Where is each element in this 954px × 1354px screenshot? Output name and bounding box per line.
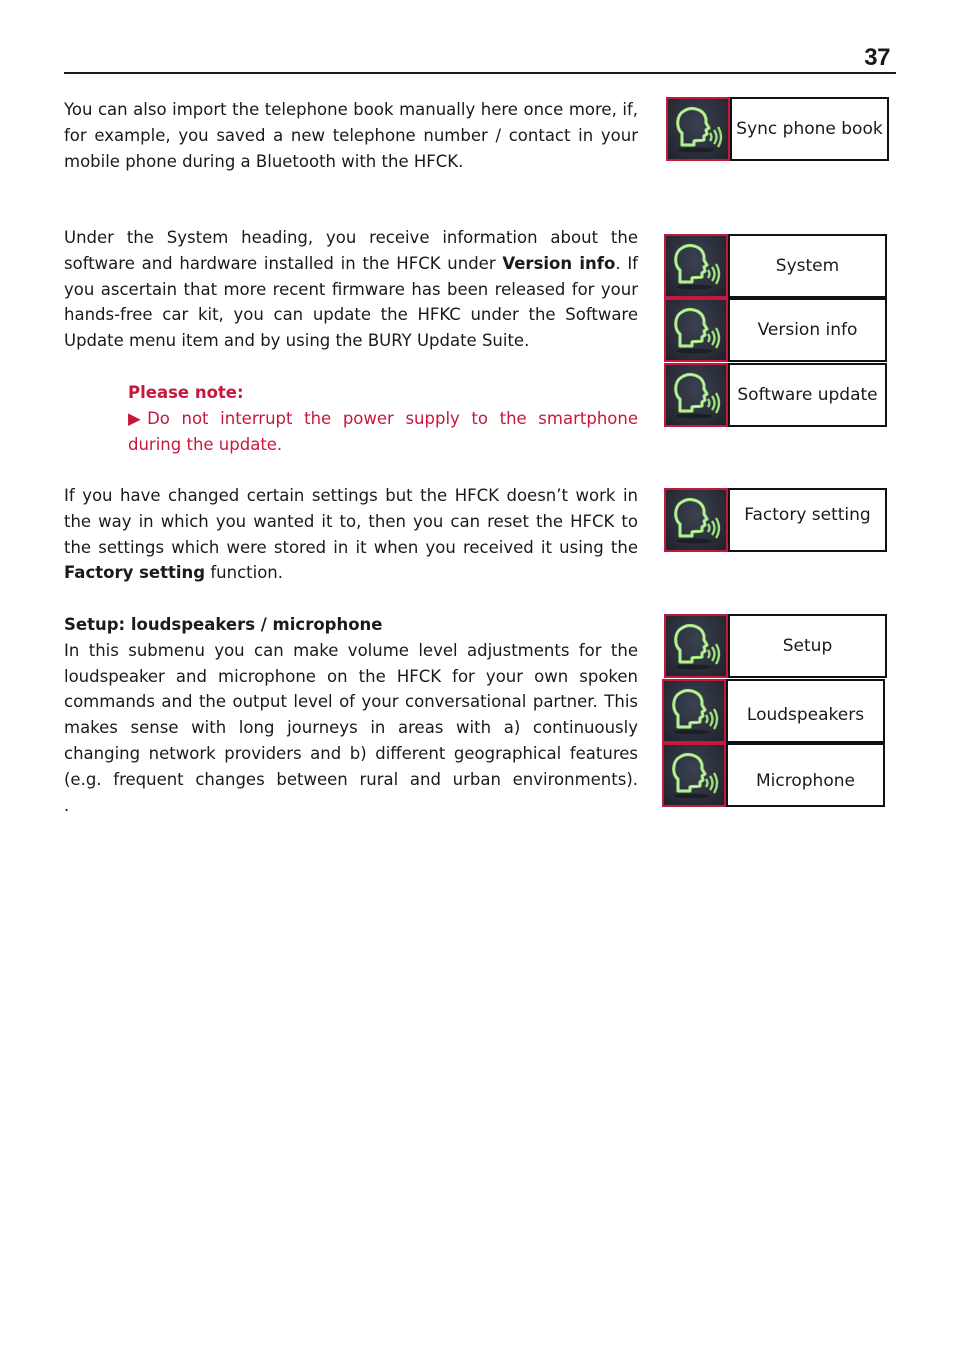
voice-head-glyph <box>674 624 721 670</box>
voice-head-icon <box>662 743 726 807</box>
voice-head-glyph <box>674 373 721 419</box>
menu-item-label: Sync phone book <box>730 97 889 161</box>
menu-item-factory-setting[interactable]: Factory setting <box>664 488 887 552</box>
menu-item-text: Factory setting <box>744 505 871 525</box>
voice-head-glyph <box>676 107 723 153</box>
setup-heading: Setup: loudspeakers / microphone <box>64 615 383 634</box>
note-title: Please note: <box>128 383 244 402</box>
voice-head-glyph <box>674 498 721 544</box>
voice-head-icon <box>664 488 728 552</box>
menu-item-label: Setup <box>728 614 887 678</box>
voice-head-icon <box>664 298 728 362</box>
note-item: ▶Do not interrupt the power supply to th… <box>128 406 638 458</box>
menu-item-software-update[interactable]: Software update <box>664 363 887 427</box>
menu-item-sync-phone-book[interactable]: Sync phone book <box>666 97 889 161</box>
bullet-triangle-icon: ▶ <box>128 408 148 428</box>
menu-item-label: Microphone <box>726 743 885 807</box>
factory-setting-term: Factory setting <box>64 563 206 583</box>
voice-head-icon <box>664 363 728 427</box>
trailing-dot: . <box>64 795 70 815</box>
factory-paragraph: If you have changed certain settings but… <box>64 483 638 586</box>
menu-item-label: Version info <box>728 298 887 362</box>
voice-head-glyph <box>674 244 721 290</box>
menu-item-label: System <box>728 234 887 298</box>
menu-item-microphone[interactable]: Microphone <box>662 743 885 807</box>
sync-paragraph: You can also import the telephone book m… <box>64 100 638 171</box>
voice-head-glyph <box>672 753 719 799</box>
factory-text-1: If you have changed certain settings but… <box>64 486 638 557</box>
voice-head-glyph <box>672 689 719 735</box>
menu-item-label: Loudspeakers <box>726 679 885 743</box>
voice-head-icon <box>662 679 726 743</box>
voice-head-icon <box>666 97 730 161</box>
setup-block: Setup: loudspeakers / microphone In this… <box>64 612 638 818</box>
menu-item-system[interactable]: System <box>664 234 887 298</box>
setup-paragraph: In this submenu you can make volume leve… <box>64 640 638 789</box>
menu-item-label: Software update <box>728 363 887 427</box>
page-number: 37 <box>864 44 890 71</box>
menu-item-setup[interactable]: Setup <box>664 614 887 678</box>
note-text: Do not interrupt the power supply to the… <box>128 408 638 454</box>
menu-item-version-info[interactable]: Version info <box>664 298 887 362</box>
voice-head-icon <box>664 614 728 678</box>
menu-item-text: Microphone <box>756 771 855 791</box>
header-rule <box>64 72 896 74</box>
voice-head-icon <box>664 234 728 298</box>
factory-text-2: function. <box>205 563 283 583</box>
note-block: Please note: ▶Do not interrupt the power… <box>128 380 638 457</box>
menu-item-loudspeakers[interactable]: Loudspeakers <box>662 679 885 743</box>
version-info-term: Version info <box>502 253 616 273</box>
voice-head-glyph <box>674 308 721 354</box>
menu-item-text: Loudspeakers <box>746 705 865 725</box>
system-paragraph: Under the System heading, you receive in… <box>64 225 638 354</box>
menu-item-label: Factory setting <box>728 488 887 552</box>
